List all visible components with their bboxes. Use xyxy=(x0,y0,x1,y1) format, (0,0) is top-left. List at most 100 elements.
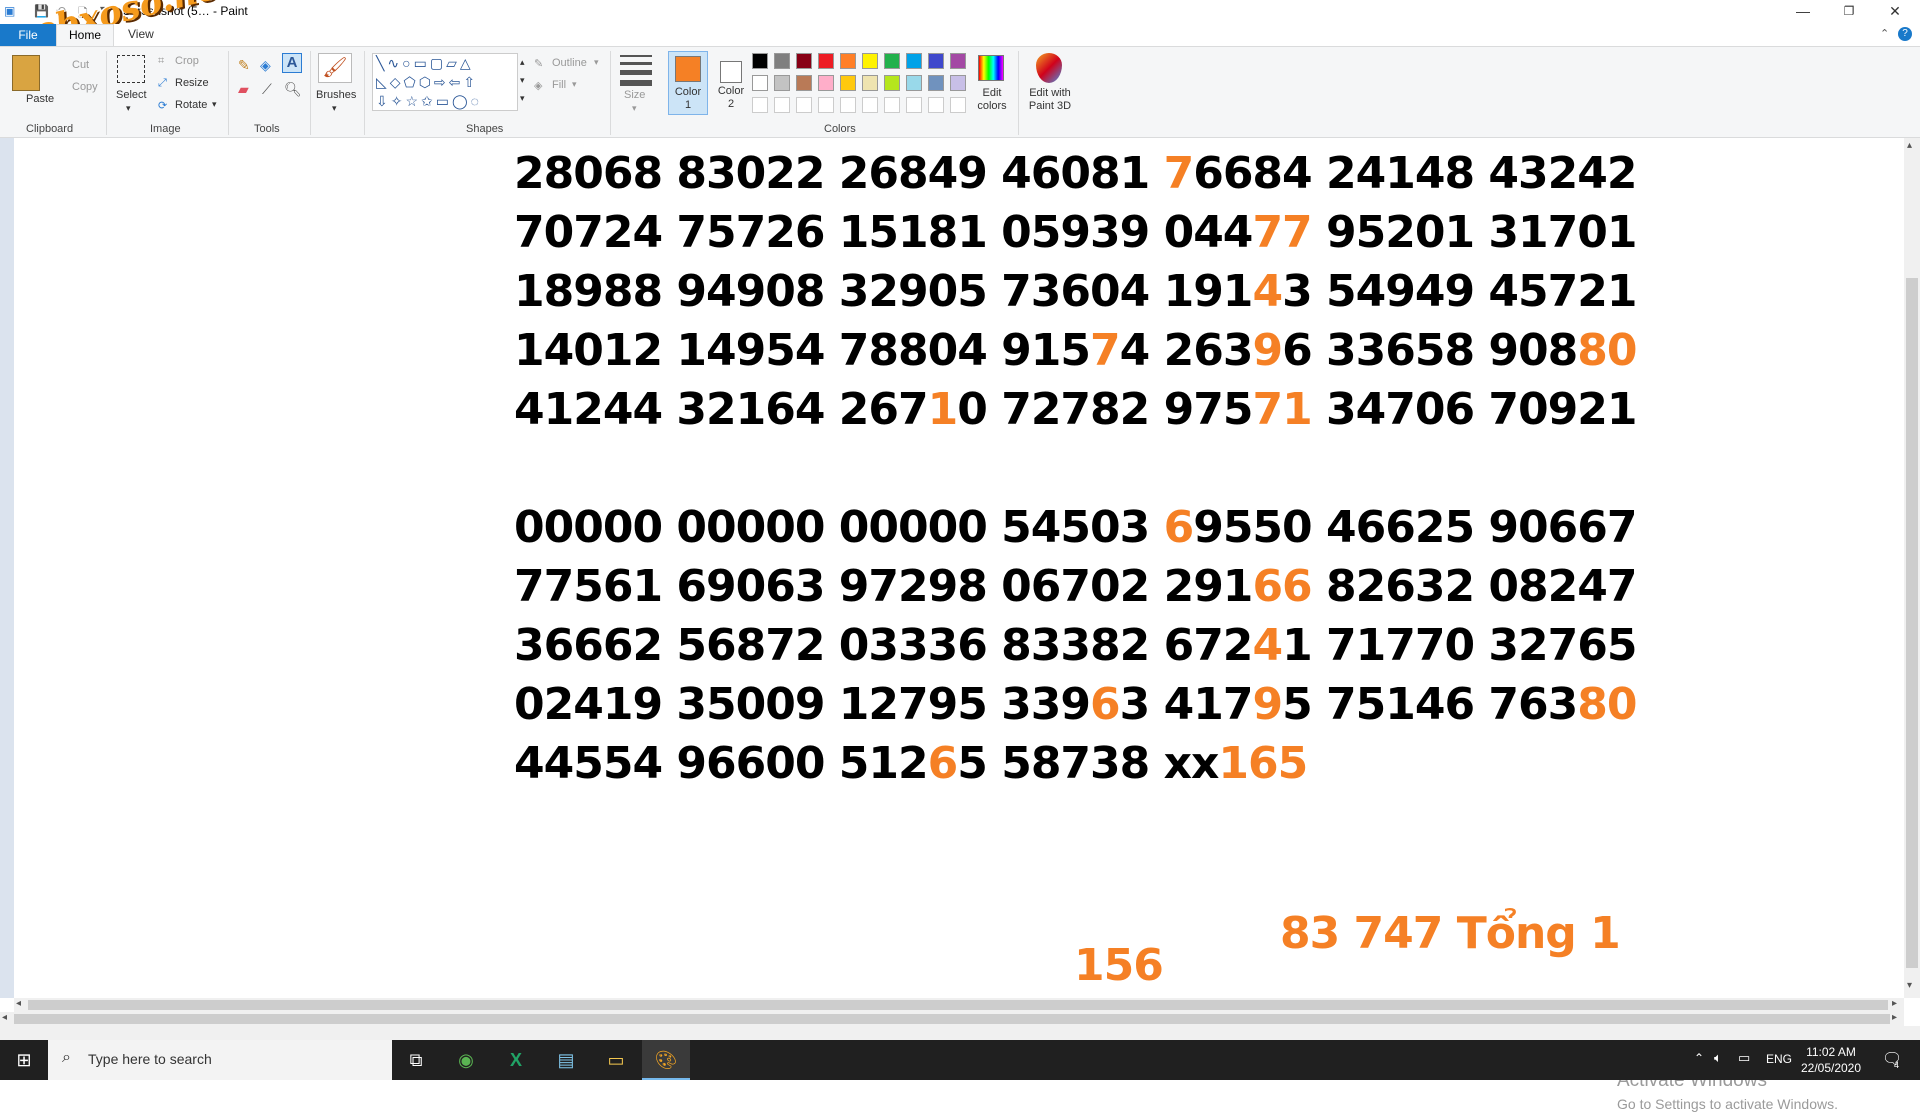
minimize-button[interactable]: — xyxy=(1780,0,1826,24)
input-language[interactable]: ENG xyxy=(1766,1052,1792,1066)
edit-colors-icon[interactable] xyxy=(978,55,1004,81)
palette-swatch[interactable] xyxy=(840,53,856,69)
vertical-scrollbar[interactable]: ▴ ▾ xyxy=(1904,138,1920,998)
fill-bucket-icon[interactable]: ◈ xyxy=(260,57,271,74)
restore-button[interactable]: ❐ xyxy=(1826,0,1872,24)
palette-custom-slot[interactable] xyxy=(862,97,878,113)
palette-swatch[interactable] xyxy=(862,75,878,91)
outline-icon[interactable]: ✎ xyxy=(534,57,543,70)
volume-icon[interactable]: 🔈︎ xyxy=(1714,1050,1722,1066)
select-dropdown-icon[interactable]: ▾ xyxy=(126,103,131,114)
rotate-button[interactable]: Rotate xyxy=(175,99,207,111)
paint-taskbar-icon[interactable]: 🎨︎ xyxy=(642,1040,690,1080)
palette-custom-slot[interactable] xyxy=(796,97,812,113)
copy-button[interactable]: Copy xyxy=(72,81,98,93)
tab-home[interactable]: Home xyxy=(56,24,114,46)
horizontal-scrollbar-outer[interactable]: ◂ ▸ xyxy=(0,1012,1904,1026)
brushes-icon[interactable]: 🖌︎ xyxy=(318,53,352,83)
palette-swatch[interactable] xyxy=(884,75,900,91)
fill-icon[interactable]: ◈ xyxy=(534,79,542,92)
drawing-canvas[interactable]: 28068 83022 26849 46081 76684 24148 4324… xyxy=(14,138,1904,1112)
scroll-down-icon[interactable]: ▾ xyxy=(1907,980,1912,991)
palette-custom-slot[interactable] xyxy=(774,97,790,113)
shapes-row[interactable]: ◺◇⬠⬡⇨⇦⇧ xyxy=(376,73,517,92)
magnifier-icon[interactable]: 🔍︎ xyxy=(284,81,302,98)
shapes-row[interactable]: ╲∿○▭▢▱△ xyxy=(376,54,517,73)
shapes-scroll-down-icon[interactable]: ▾ xyxy=(520,75,525,86)
paste-button[interactable] xyxy=(12,55,40,91)
palette-custom-slot[interactable] xyxy=(906,97,922,113)
palette-custom-slot[interactable] xyxy=(884,97,900,113)
tab-file[interactable]: File xyxy=(0,24,56,46)
color2-button[interactable]: Color 2 xyxy=(712,51,750,115)
file-explorer-icon[interactable]: ▭ xyxy=(592,1040,640,1080)
fill-dropdown-icon[interactable]: ▾ xyxy=(572,79,577,90)
scroll-left-icon[interactable]: ◂ xyxy=(16,998,21,1009)
scroll-right-icon[interactable]: ▸ xyxy=(1892,1012,1897,1023)
taskbar-clock[interactable]: 11:02 AM 22/05/2020 xyxy=(1796,1044,1866,1076)
palette-swatch[interactable] xyxy=(928,53,944,69)
color1-button[interactable]: Color 1 xyxy=(668,51,708,115)
rotate-icon[interactable]: ⟳ xyxy=(158,99,167,112)
scroll-up-icon[interactable]: ▴ xyxy=(1907,140,1912,151)
palette-swatch[interactable] xyxy=(906,53,922,69)
palette-custom-slot[interactable] xyxy=(752,97,768,113)
outline-dropdown-icon[interactable]: ▾ xyxy=(594,57,599,68)
palette-custom-slot[interactable] xyxy=(818,97,834,113)
scroll-left-icon[interactable]: ◂ xyxy=(2,1012,7,1023)
text-tool-icon[interactable]: A xyxy=(282,53,302,73)
notepad-icon[interactable]: ▤ xyxy=(542,1040,590,1080)
paint3d-icon[interactable] xyxy=(1036,53,1062,83)
resize-icon[interactable]: ⤢ xyxy=(158,77,167,90)
palette-swatch[interactable] xyxy=(796,75,812,91)
brushes-dropdown-icon[interactable]: ▾ xyxy=(332,103,337,114)
help-icon[interactable]: ? xyxy=(1898,27,1912,41)
pencil-icon[interactable]: ✎ xyxy=(238,57,250,74)
palette-custom-slot[interactable] xyxy=(840,97,856,113)
palette-swatch[interactable] xyxy=(774,53,790,69)
horizontal-scroll-thumb[interactable] xyxy=(28,1000,1888,1010)
palette-swatch[interactable] xyxy=(928,75,944,91)
network-icon[interactable]: ▭ xyxy=(1738,1050,1750,1066)
select-button[interactable]: Select xyxy=(116,89,147,101)
crop-icon[interactable]: ⌗ xyxy=(158,55,164,68)
shapes-gallery[interactable]: ╲∿○▭▢▱△ ◺◇⬠⬡⇨⇦⇧ ⇩✧☆✩▭◯◌ xyxy=(372,53,518,111)
edit-with-paint3d-button[interactable]: Edit with Paint 3D xyxy=(1022,87,1078,113)
rotate-dropdown-icon[interactable]: ▾ xyxy=(212,99,217,110)
tab-view[interactable]: View xyxy=(128,27,154,41)
eraser-icon[interactable]: ▰ xyxy=(238,81,249,98)
cut-button[interactable]: Cut xyxy=(72,59,89,71)
palette-swatch[interactable] xyxy=(752,53,768,69)
excel-icon[interactable]: X xyxy=(492,1040,540,1080)
horizontal-scroll-thumb[interactable] xyxy=(14,1014,1890,1024)
shapes-expand-icon[interactable]: ▾ xyxy=(520,93,525,104)
palette-swatch[interactable] xyxy=(774,75,790,91)
brushes-button[interactable]: Brushes xyxy=(316,89,356,101)
select-icon[interactable] xyxy=(117,55,145,83)
palette-swatch[interactable] xyxy=(950,53,966,69)
scroll-right-icon[interactable]: ▸ xyxy=(1892,998,1897,1009)
chrome-icon[interactable]: ◉ xyxy=(442,1040,490,1080)
palette-swatch[interactable] xyxy=(862,53,878,69)
palette-swatch[interactable] xyxy=(840,75,856,91)
resize-button[interactable]: Resize xyxy=(175,77,209,89)
outline-button[interactable]: Outline xyxy=(552,57,587,69)
palette-swatch[interactable] xyxy=(950,75,966,91)
palette-swatch[interactable] xyxy=(906,75,922,91)
size-button[interactable]: Size xyxy=(624,89,645,101)
palette-swatch[interactable] xyxy=(818,53,834,69)
shapes-row[interactable]: ⇩✧☆✩▭◯◌ xyxy=(376,92,517,111)
size-icon[interactable] xyxy=(620,55,652,86)
horizontal-scrollbar[interactable]: ◂ ▸ xyxy=(14,998,1904,1012)
edit-colors-button[interactable]: Edit colors xyxy=(970,87,1014,113)
shapes-scroll-up-icon[interactable]: ▴ xyxy=(520,57,525,68)
palette-swatch[interactable] xyxy=(752,75,768,91)
taskbar-search-box[interactable]: ⌕ Type here to search xyxy=(48,1040,392,1080)
task-view-icon[interactable]: ⧉ xyxy=(392,1040,440,1080)
crop-button[interactable]: Crop xyxy=(175,55,199,67)
vertical-scroll-thumb[interactable] xyxy=(1906,278,1918,968)
close-button[interactable]: ✕ xyxy=(1872,0,1918,24)
size-dropdown-icon[interactable]: ▾ xyxy=(632,103,637,114)
color-picker-icon[interactable]: ⟋ xyxy=(262,81,272,98)
fill-button[interactable]: Fill xyxy=(552,79,566,91)
